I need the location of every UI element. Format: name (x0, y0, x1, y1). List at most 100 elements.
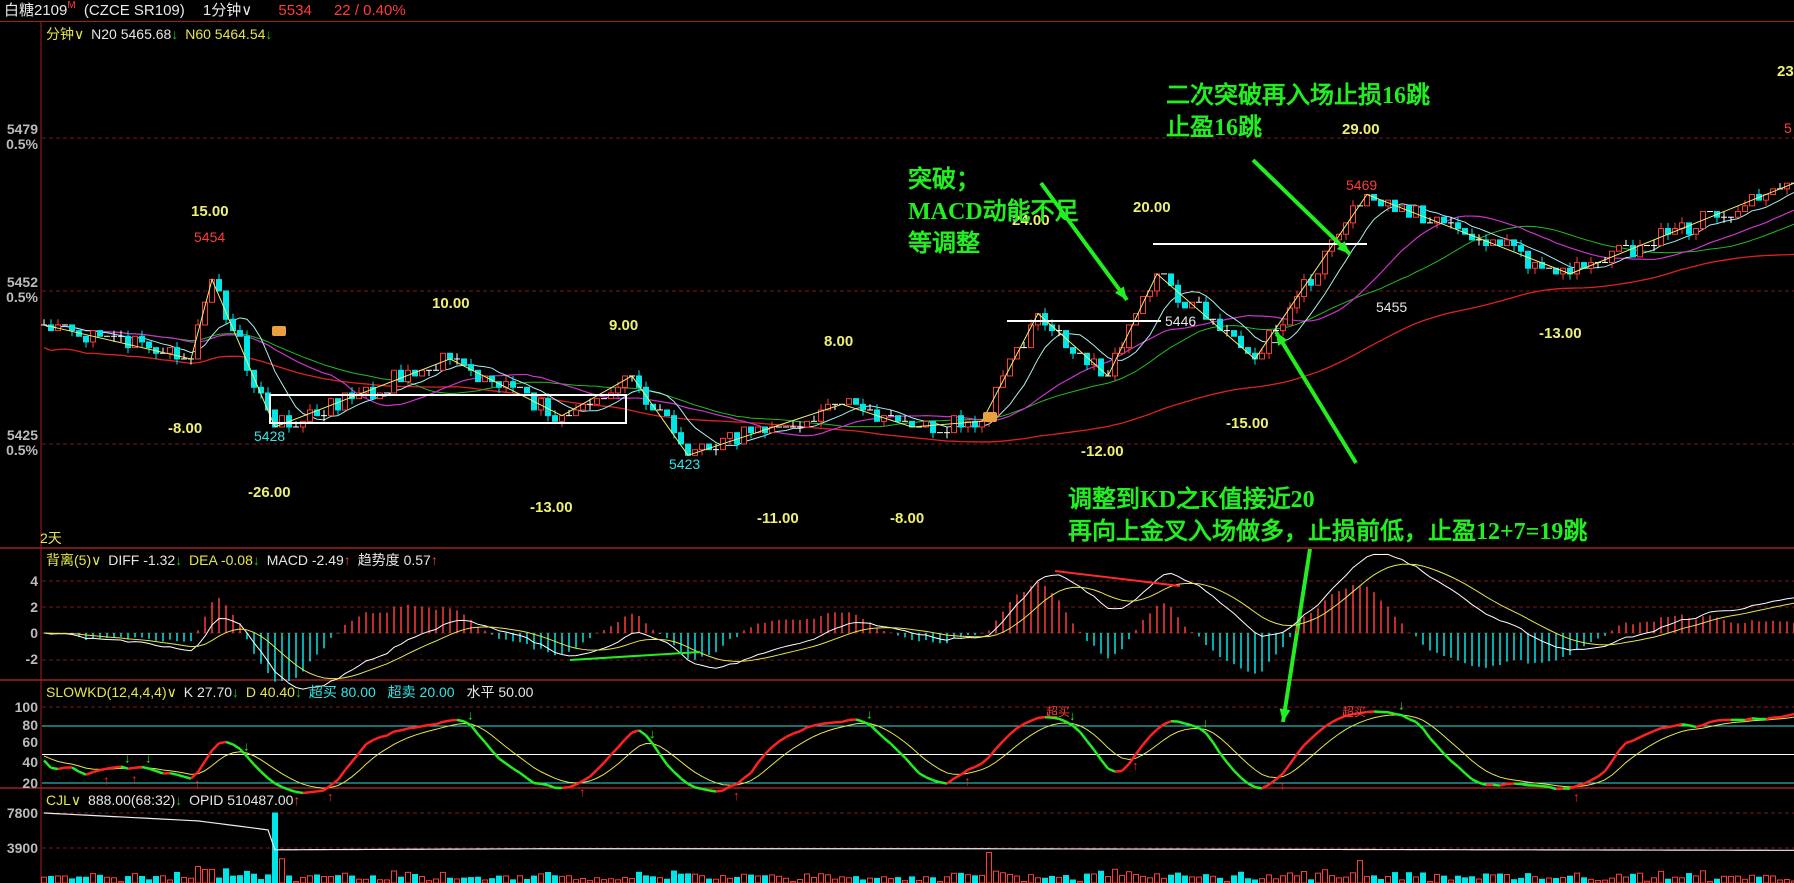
annotation-arrow (1251, 158, 1352, 256)
k-line-segment (1603, 760, 1614, 772)
k-line-segment (477, 733, 486, 744)
open-interest-value: OPID 510487.00 (189, 792, 294, 808)
k-line-segment (785, 732, 794, 739)
k-line-segment (344, 760, 353, 772)
k-line-segment (203, 749, 214, 762)
volume-bar (1532, 876, 1538, 883)
cjl-indicator-selector[interactable]: CJL∨ (46, 792, 81, 808)
volume-bar (468, 877, 474, 883)
k-line-segment (855, 718, 864, 723)
volume-bar (496, 875, 502, 883)
volume-bar (1721, 875, 1727, 883)
volume-bar (265, 874, 271, 883)
volume-bar (1658, 870, 1664, 883)
volume-bar (111, 877, 117, 883)
k-line-segment (1100, 758, 1109, 770)
candle-body (1532, 262, 1538, 269)
k-line-segment (1674, 722, 1683, 727)
macd-axis-label: 2 (30, 599, 38, 615)
k-line-segment (1716, 718, 1725, 722)
candle-body (1637, 245, 1643, 258)
k-line-segment (1317, 725, 1326, 734)
k-line-segment (1625, 739, 1634, 745)
k-line-segment (1667, 724, 1676, 729)
macd-indicator-selector[interactable]: 背离(5)∨ (46, 552, 101, 568)
annotation-line: 止盈16跳 (1166, 115, 1262, 141)
main-indicator-selector[interactable]: 分钟∨ (46, 26, 84, 42)
candle-body (1616, 245, 1622, 252)
k-line-segment (1751, 717, 1760, 721)
down-arrow-icon: ↓ (232, 684, 240, 700)
k-line-segment (1156, 723, 1165, 731)
volume-bar (97, 874, 103, 883)
volume-bar (1112, 868, 1118, 883)
ma60-line (43, 253, 1794, 443)
volume-bar (951, 872, 957, 883)
annotation-arrow (1274, 330, 1358, 465)
candle-body (622, 375, 628, 388)
volume-bar (580, 878, 586, 883)
zigzag-label: 15.00 (191, 203, 229, 220)
kd-indicator-selector[interactable]: SLOWKD(12,4,4,4)∨ (46, 684, 177, 700)
volume-bar (328, 875, 334, 883)
k-line-segment (1534, 784, 1543, 788)
k-line-segment (1009, 727, 1018, 736)
candle-body (1168, 273, 1174, 286)
k-line-segment (1681, 722, 1690, 727)
annotation-line: 突破； (908, 167, 980, 193)
candle-body (195, 324, 201, 360)
volume-bar (895, 877, 901, 883)
k-line-segment (435, 720, 444, 726)
volume-bar (370, 875, 376, 883)
macd-axis-label: -2 (25, 651, 38, 667)
candle-body (524, 386, 530, 394)
volume-bar (433, 878, 439, 883)
volume-bar (1672, 876, 1678, 883)
k-line-segment (1464, 772, 1473, 781)
candle-body (335, 398, 341, 411)
k-line-segment (729, 782, 738, 788)
k-line-segment (1576, 782, 1585, 787)
zigzag-label: -11.00 (757, 510, 799, 527)
candle-body (1070, 347, 1076, 354)
volume-bar (1042, 877, 1048, 883)
low-price-label: 5428 (254, 428, 286, 444)
volume-bar (979, 874, 985, 883)
k-line-segment (1037, 715, 1046, 720)
axis-pct: 0.5% (6, 136, 38, 152)
k-line-segment (1114, 769, 1123, 773)
volume-bar (1679, 877, 1685, 883)
axis-price: 5479 (6, 121, 38, 137)
down-arrow-icon: ↓ (294, 684, 302, 700)
volume-bar (552, 875, 558, 883)
k-line-segment (196, 760, 207, 773)
k-line-segment (1590, 775, 1599, 782)
volume-bar (440, 871, 446, 883)
candle-body (671, 415, 677, 434)
volume-value: 888.00(68:32) (88, 792, 176, 808)
candle-body (83, 335, 89, 343)
k-line-segment (1597, 770, 1606, 778)
k-line-segment (484, 741, 493, 752)
k-line-segment (1421, 727, 1432, 739)
candle-body (860, 403, 866, 411)
kd-cross-up-arrow-icon: ↑ (103, 773, 110, 788)
volume-bar (1490, 874, 1496, 883)
kd-cross-down-arrow-icon: ↓ (1398, 697, 1405, 712)
resistance-price-label: 5455 (1376, 299, 1408, 315)
volume-bar (818, 873, 824, 883)
k-line-segment (925, 776, 934, 782)
n60-down-arrow-icon: ↓ (265, 26, 273, 42)
volume-bar (1742, 878, 1748, 883)
volume-bar (1063, 875, 1069, 883)
k-line-segment (658, 753, 669, 766)
k-line-segment (813, 722, 822, 727)
candle-body (461, 358, 467, 366)
candle-body (1518, 245, 1524, 252)
zigzag-label: 23 (1777, 63, 1794, 80)
volume-bar (363, 878, 369, 883)
volume-bar (1007, 873, 1013, 883)
volume-bar (48, 875, 54, 883)
k-line-segment (113, 765, 122, 769)
volume-bar (300, 877, 306, 883)
